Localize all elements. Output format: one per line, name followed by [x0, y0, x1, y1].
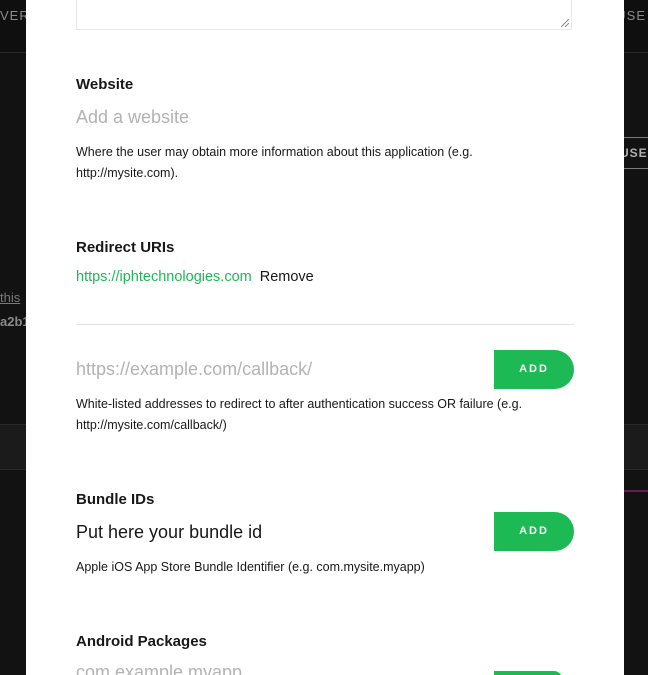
website-label: Website [76, 76, 134, 93]
background-link: this [0, 290, 21, 305]
resize-grip-icon[interactable] [561, 19, 569, 27]
add-bundle-id-button[interactable]: ADD [494, 512, 574, 551]
android-package-input[interactable] [76, 662, 476, 675]
android-packages-label: Android Packages [76, 633, 207, 650]
edit-settings-modal: Website Where the user may obtain more i… [26, 0, 624, 675]
redirect-uris-label: Redirect URIs [76, 239, 175, 256]
add-redirect-uri-button[interactable]: ADD [494, 350, 574, 389]
redirect-uris-help-text: White-listed addresses to redirect to af… [76, 397, 523, 432]
divider [76, 324, 574, 325]
bundle-ids-label: Bundle IDs [76, 491, 155, 508]
remove-uri-button[interactable]: Remove [260, 269, 314, 285]
website-help-text: Where the user may obtain more informati… [76, 145, 473, 180]
redirect-uri-item: https://iphtechnologies.com Remove [76, 269, 314, 285]
add-android-package-button[interactable] [494, 671, 562, 675]
bundle-id-input[interactable] [76, 522, 476, 543]
website-input[interactable] [76, 107, 476, 128]
redirect-uri-input[interactable] [76, 359, 476, 380]
description-textarea[interactable] [76, 0, 572, 30]
redirect-uri-link[interactable]: https://iphtechnologies.com [76, 269, 252, 285]
bundle-ids-help-text: Apple iOS App Store Bundle Identifier (e… [76, 560, 425, 574]
background-button: USE [621, 137, 648, 169]
background-accent [624, 490, 648, 492]
